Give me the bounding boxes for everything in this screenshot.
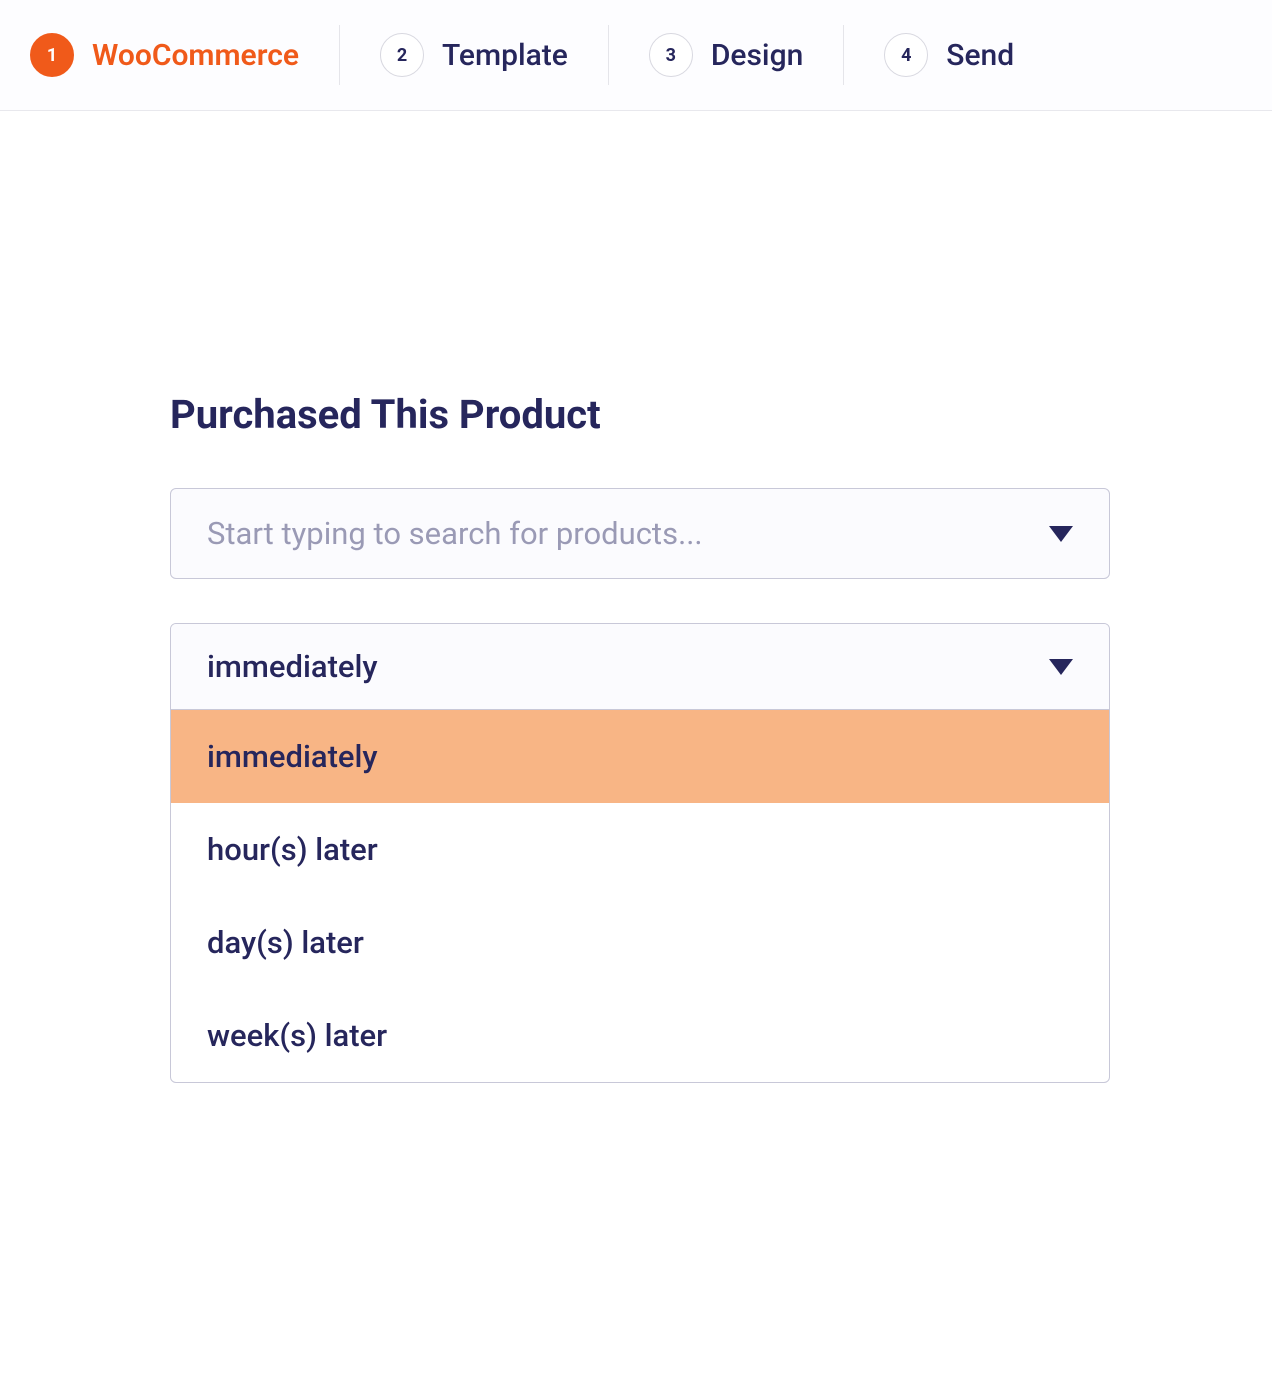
timing-dropdown: immediately immediately hour(s) later da… xyxy=(170,623,1110,1083)
caret-down-icon xyxy=(1049,659,1073,675)
step-label-design: Design xyxy=(711,38,803,73)
timing-option-weeks[interactable]: week(s) later xyxy=(171,989,1109,1082)
timing-option-hours[interactable]: hour(s) later xyxy=(171,803,1109,896)
step-separator xyxy=(843,25,844,85)
step-design[interactable]: 3 Design xyxy=(649,33,803,77)
step-send[interactable]: 4 Send xyxy=(884,33,1014,77)
step-number-2: 2 xyxy=(380,33,424,77)
step-separator xyxy=(608,25,609,85)
step-label-woocommerce: WooCommerce xyxy=(92,38,299,73)
step-woocommerce[interactable]: 1 WooCommerce xyxy=(30,33,299,77)
timing-selected-value: immediately xyxy=(207,648,378,685)
caret-down-icon xyxy=(1049,526,1073,542)
wizard-stepper: 1 WooCommerce 2 Template 3 Design 4 Send xyxy=(0,0,1272,111)
product-search-select[interactable]: Start typing to search for products... xyxy=(170,488,1110,579)
step-number-4: 4 xyxy=(884,33,928,77)
section-title: Purchased This Product xyxy=(170,391,1102,438)
timing-option-days[interactable]: day(s) later xyxy=(171,896,1109,989)
step-template[interactable]: 2 Template xyxy=(380,33,568,77)
timing-dropdown-toggle[interactable]: immediately xyxy=(171,624,1109,710)
step-separator xyxy=(339,25,340,85)
timing-option-immediately[interactable]: immediately xyxy=(171,710,1109,803)
product-search-placeholder: Start typing to search for products... xyxy=(207,515,703,552)
step-label-template: Template xyxy=(442,38,568,73)
main-content: Purchased This Product Start typing to s… xyxy=(0,111,1272,1083)
step-number-1: 1 xyxy=(30,33,74,77)
step-label-send: Send xyxy=(946,38,1014,73)
step-number-3: 3 xyxy=(649,33,693,77)
